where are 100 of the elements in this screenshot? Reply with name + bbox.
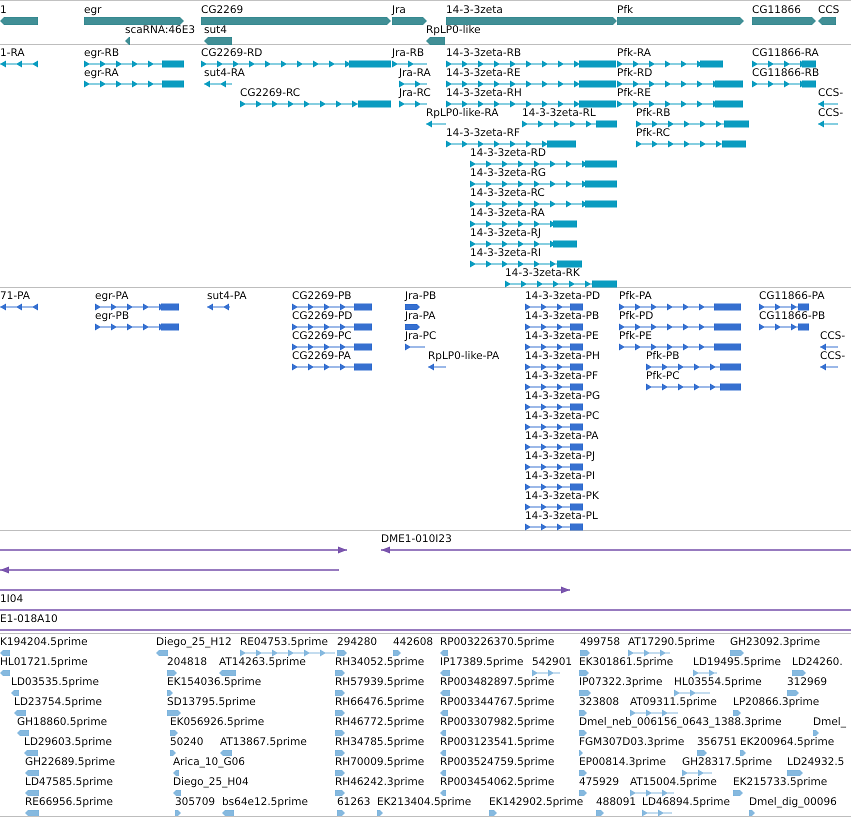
feature-label: RpLP0-like <box>426 24 481 37</box>
feature-label: RE04753.5prime <box>240 636 328 649</box>
feature-label: RH57939.5prime <box>335 676 424 689</box>
feature-label: egr-RA <box>84 67 119 80</box>
feature-label: 14-3-3zeta-PB <box>525 310 600 323</box>
feature-label: LD03535.5prime <box>11 676 99 689</box>
feature-label: 14-3-3zeta-PK <box>525 490 599 503</box>
feature-label: EK154036.5prime <box>167 676 262 689</box>
feature-label: LD23754.5prime <box>14 696 102 709</box>
feature-label: Pfk-RB <box>636 107 670 120</box>
feature-label: 14-3-3zeta-PC <box>525 410 600 423</box>
feature-label: RP003123541.5prime <box>440 736 554 749</box>
feature-label: 71-PA <box>0 290 30 303</box>
feature-label: CG2269-PB <box>292 290 352 303</box>
feature-label: RE66956.5prime <box>25 796 113 809</box>
feature-label: EP00814.3prime <box>579 756 666 769</box>
feature-label: EK215733.5prime <box>733 776 828 789</box>
feature-label: Jra-PA <box>405 310 436 323</box>
feature-label: Pfk-RC <box>636 127 670 140</box>
feature-label: CCS- <box>820 350 846 363</box>
feature-label: 14-3-3zeta-RL <box>522 107 596 120</box>
feature-label: 1I04 <box>0 593 24 606</box>
feature-label: FGM307D03.3prime <box>579 736 684 749</box>
feature-label: CG11866-PA <box>759 290 825 303</box>
feature-label: 499758 <box>580 636 620 649</box>
feature-label: egr-RB <box>84 47 120 60</box>
feature-label: AT14263.5prime <box>219 656 306 669</box>
feature-label: CCS <box>818 4 840 17</box>
feature-label: DME1-010I23 <box>381 533 452 546</box>
feature-label: SD13795.5prime <box>167 696 256 709</box>
feature-label: 442608 <box>393 636 434 649</box>
feature-label: GH23092.3prime <box>730 636 820 649</box>
feature-label: RH46772.5prime <box>335 716 424 729</box>
feature-label: 14-3-3zeta-RA <box>470 207 545 220</box>
feature-label: 14-3-3zeta-RE <box>446 67 521 80</box>
feature-label: EK301861.5prime <box>579 656 674 669</box>
feature-label: CCS- <box>818 107 844 120</box>
feature-label: bs64e12.5prime <box>222 796 308 809</box>
feature-label: Jra-PB <box>405 290 436 303</box>
feature-label: Pfk-PB <box>646 350 680 363</box>
feature-label: 14-3-3zeta-RB <box>446 47 522 60</box>
feature-label: CG11866 <box>752 4 801 17</box>
feature-label: GH28317.5prime <box>682 756 772 769</box>
feature-label: Jra-RB <box>392 47 424 60</box>
feature-label: Pfk-RD <box>617 67 652 80</box>
feature-label: 14-3-3zeta-PH <box>525 350 600 363</box>
feature-label: CG11866-RB <box>752 67 820 80</box>
feature-label: egr-PA <box>95 290 128 303</box>
feature-label: 14-3-3zeta-RF <box>446 127 520 140</box>
feature-label: RH34052.5prime <box>335 656 424 669</box>
feature-label: RpLP0-like-PA <box>428 350 500 363</box>
feature-label: CG2269 <box>201 4 244 17</box>
feature-label: RP003482897.5prime <box>440 676 554 689</box>
feature-label: RH46242.3prime <box>335 776 424 789</box>
feature-label: E1-018A10 <box>0 613 58 626</box>
feature-label: 488091 <box>596 796 636 809</box>
feature-label: Jra-PC <box>405 330 436 343</box>
feature-label: sut4-PA <box>207 290 247 303</box>
feature-label: 14-3-3zeta-PG <box>525 390 600 403</box>
feature-label: HL01721.5prime <box>0 656 88 669</box>
feature-label: CCS- <box>818 87 844 100</box>
feature-label: 14-3-3zeta-PE <box>525 330 599 343</box>
feature-label: AT15004.5prime <box>630 776 717 789</box>
feature-label: EK200964.5prime <box>740 736 834 749</box>
feature-label: LD46894.5prime <box>642 796 730 809</box>
feature-label: sut4 <box>204 24 227 37</box>
feature-label: RP003226370.5prime <box>440 636 554 649</box>
feature-label: EK213404.5prime <box>377 796 472 809</box>
feature-label: CG2269-PD <box>292 310 352 323</box>
feature-label: 61263 <box>337 796 370 809</box>
feature-label: Diego_25_H04 <box>173 776 249 789</box>
feature-label: Pfk-PE <box>619 330 652 343</box>
feature-label: Dmel_neb_006156_0643_1388.3prime <box>579 716 782 729</box>
feature-label: HL03554.5prime <box>674 676 762 689</box>
feature-label: CG11866-RA <box>752 47 819 60</box>
feature-label: Jra-RC <box>399 87 431 100</box>
feature-label: Diego_25_H12 <box>156 636 232 649</box>
feature-label: EK056926.5prime <box>170 716 264 729</box>
feature-label: Pfk-RA <box>617 47 651 60</box>
feature-label: Pfk-PA <box>619 290 652 303</box>
feature-label: sut4-RA <box>204 67 245 80</box>
feature-label: 475929 <box>579 776 620 789</box>
feature-label: 14-3-3zeta-PJ <box>525 450 596 463</box>
feature-label: CG2269-RC <box>240 87 300 100</box>
feature-label: LD19495.5prime <box>693 656 781 669</box>
feature-label: Pfk-RE <box>617 87 651 100</box>
feature-label: Dmel_dig_00096 <box>749 796 837 809</box>
feature-label: LD24260. <box>792 656 843 669</box>
feature-label: RP003307982.5prime <box>440 716 554 729</box>
feature-label: 14-3-3zeta-RJ <box>470 227 542 240</box>
feature-label: 14-3-3zeta-RC <box>470 187 545 200</box>
feature-label: 204818 <box>167 656 208 669</box>
feature-label: RpLP0-like-RA <box>426 107 498 120</box>
feature-label: CG2269-PC <box>292 330 352 343</box>
feature-label: 14-3-3zeta-PF <box>525 370 598 383</box>
feature-label: Jra-RA <box>399 67 431 80</box>
feature-label: Pfk-PD <box>619 310 654 323</box>
feature-label: RP003524759.5prime <box>440 756 554 769</box>
feature-label: RH70009.5prime <box>335 756 424 769</box>
feature-label: RP003454062.5prime <box>440 776 554 789</box>
